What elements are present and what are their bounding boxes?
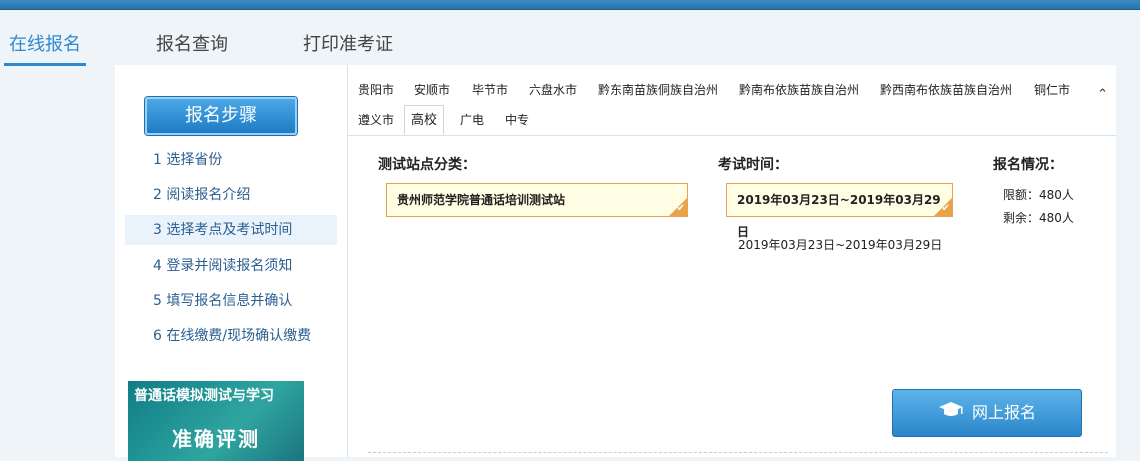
online-apply-button[interactable]: 网上报名	[892, 389, 1082, 437]
exam-time-select[interactable]: 2019年03月23日~2019年03月29日 ✔	[726, 183, 953, 239]
tab-registration-query[interactable]: 报名查询	[156, 30, 228, 56]
registration-status-label: 报名情况：	[993, 157, 1063, 173]
quota-text: 限额：480人	[1003, 188, 1074, 202]
step-5: 5 填写报名信息并确认	[153, 293, 293, 309]
city-tab-qiandongnan[interactable]: 黔东南苗族侗族自治州	[598, 79, 718, 101]
exam-time-option[interactable]: 2019年03月23日~2019年03月29日	[738, 236, 942, 253]
ad-line1: 普通话模拟测试与学习	[134, 388, 274, 404]
city-tab-guiyang[interactable]: 贵阳市	[358, 79, 394, 101]
city-tab-universities[interactable]: 高校	[404, 105, 445, 135]
city-tab-qiannan[interactable]: 黔南布依族苗族自治州	[739, 79, 859, 101]
graduation-cap-icon	[938, 391, 964, 437]
step-3-current: 3 选择考点及考试时间	[125, 215, 337, 245]
chevron-up-icon[interactable]: ⌃	[1097, 87, 1108, 102]
city-tab-broadcasting[interactable]: 广电	[460, 109, 484, 131]
main-panel: 贵阳市 安顺市 毕节市 六盘水市 黔东南苗族侗族自治州 黔南布依族苗族自治州 黔…	[348, 65, 1116, 457]
top-nav: 在线报名 报名查询 打印准考证	[0, 10, 1140, 66]
step-6: 6 在线缴费/现场确认缴费	[153, 328, 312, 344]
site-category-label: 测试站点分类：	[378, 157, 476, 173]
header-banner	[0, 0, 1140, 10]
check-icon: ✔	[941, 203, 950, 214]
exam-time-value: 2019年03月23日~2019年03月29日	[737, 193, 941, 239]
city-tab-vocational[interactable]: 中专	[505, 109, 529, 131]
steps-title: 报名步骤	[145, 97, 297, 135]
step-2: 2 阅读报名介绍	[153, 187, 251, 203]
city-tab-zunyi[interactable]: 遵义市	[358, 109, 394, 131]
steps-sidebar: 报名步骤 1 选择省份 2 阅读报名介绍 3 选择考点及考试时间 4 登录并阅读…	[115, 65, 348, 461]
step-4: 4 登录并阅读报名须知	[153, 258, 293, 274]
city-tab-bijie[interactable]: 毕节市	[472, 79, 508, 101]
city-tabs: 贵阳市 安顺市 毕节市 六盘水市 黔东南苗族侗族自治州 黔南布依族苗族自治州 黔…	[348, 65, 1116, 136]
step-1: 1 选择省份	[153, 152, 223, 168]
active-tab-indicator	[4, 63, 86, 66]
check-icon: ✔	[676, 203, 685, 214]
city-tab-liupanshui[interactable]: 六盘水市	[529, 79, 577, 101]
mock-test-ad-banner[interactable]: 普通话模拟测试与学习 准确评测	[128, 381, 304, 461]
city-tab-qianxinan[interactable]: 黔西南布依族苗族自治州	[880, 79, 1012, 101]
exam-time-label: 考试时间：	[718, 157, 788, 173]
city-tab-anshun[interactable]: 安顺市	[414, 79, 450, 101]
tab-online-registration[interactable]: 在线报名	[9, 30, 81, 56]
ad-line2: 准确评测	[172, 427, 260, 451]
apply-button-label: 网上报名	[971, 403, 1036, 422]
divider	[368, 452, 1108, 453]
site-select-value: 贵州师范学院普通话培训测试站	[397, 193, 566, 207]
site-select[interactable]: 贵州师范学院普通话培训测试站 ✔	[386, 183, 688, 217]
remaining-text: 剩余：480人	[1003, 211, 1074, 225]
tab-print-admission-ticket[interactable]: 打印准考证	[303, 30, 393, 56]
city-tab-tongren[interactable]: 铜仁市	[1034, 79, 1070, 101]
